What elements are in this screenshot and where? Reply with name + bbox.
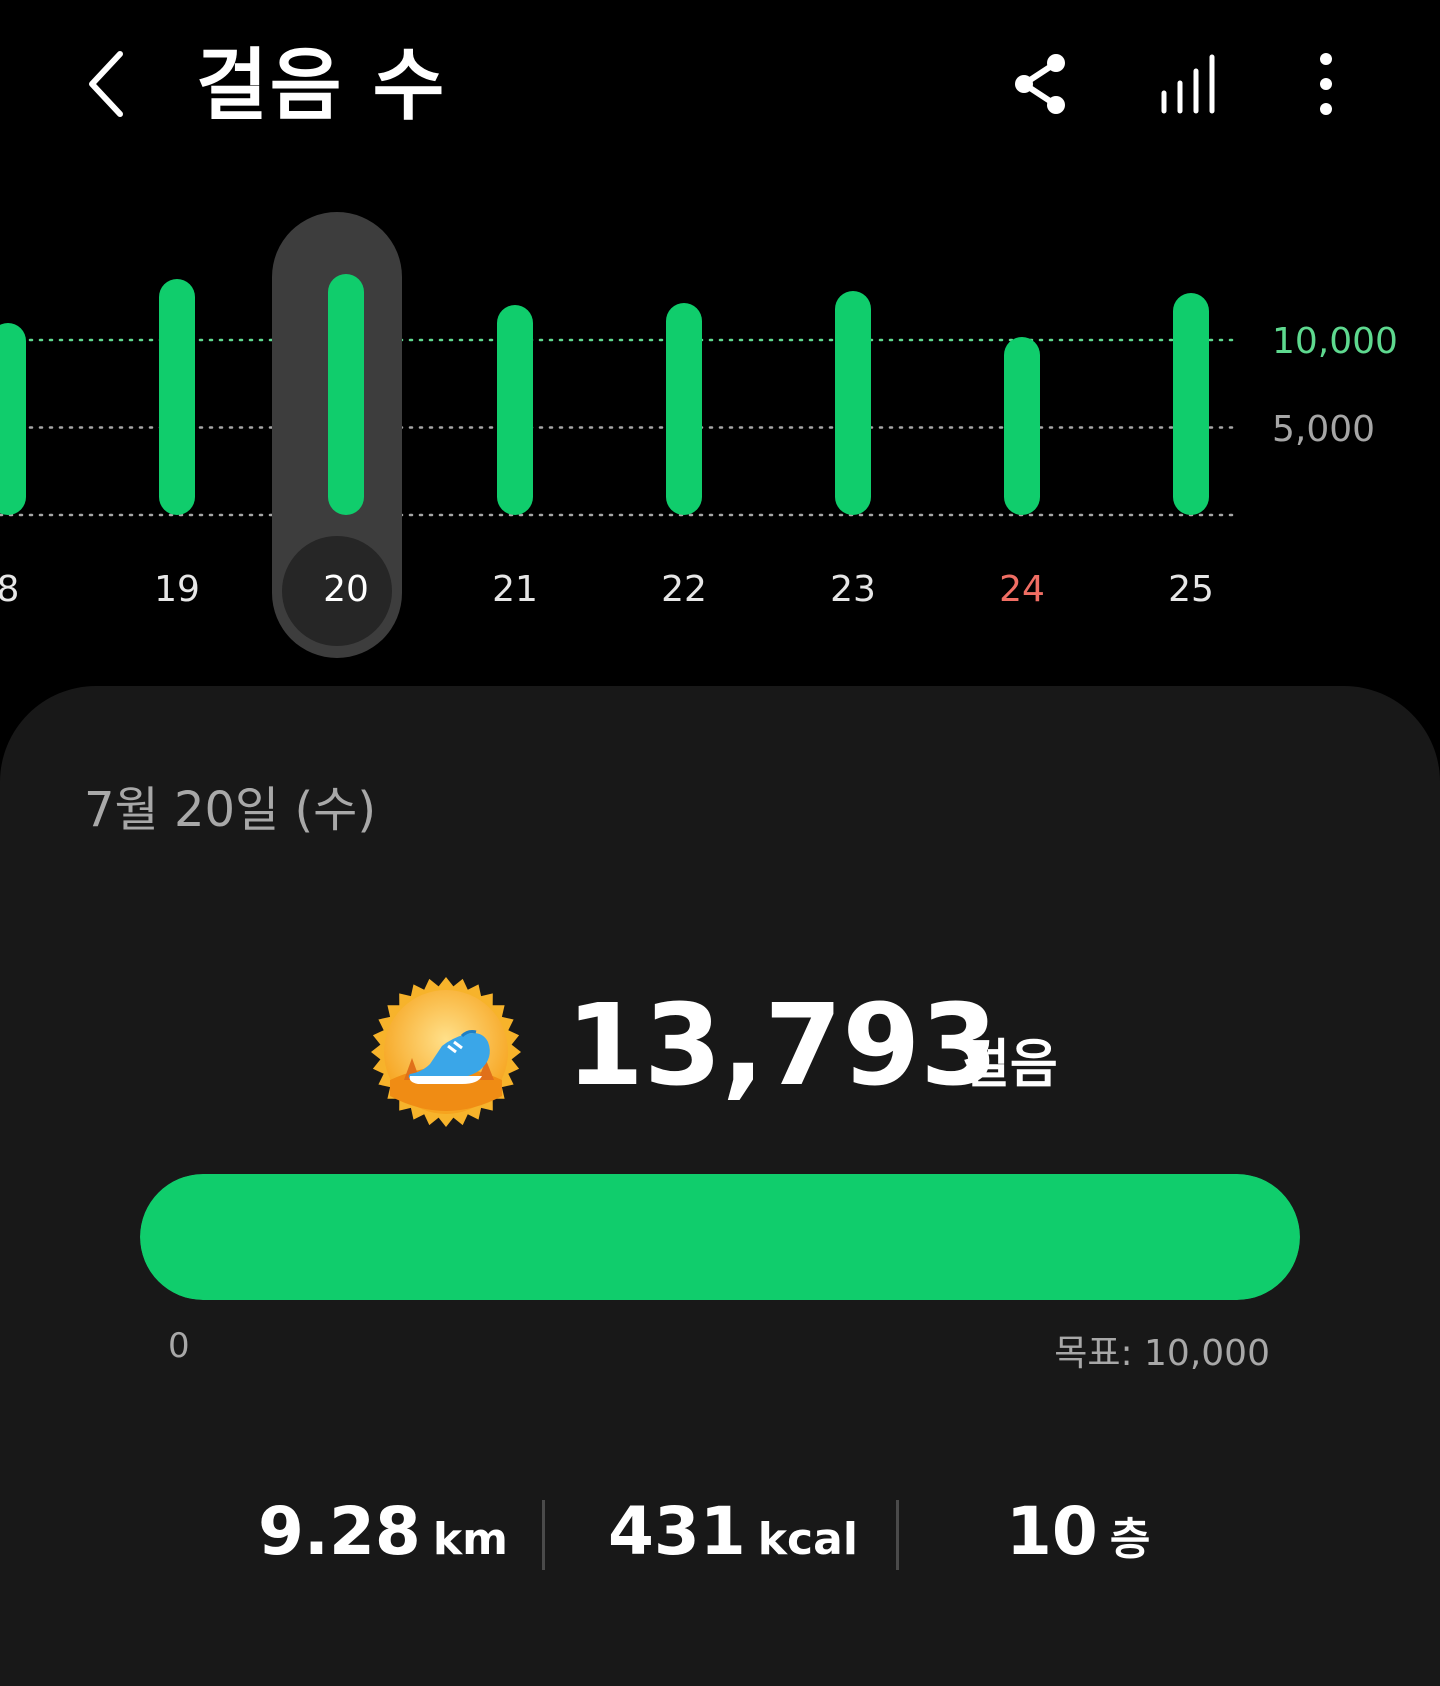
- floors-value: 10: [1006, 1493, 1098, 1570]
- running-shoe-badge-icon: [370, 976, 522, 1128]
- step-bar-21[interactable]: [497, 305, 533, 515]
- chart-type-button[interactable]: [1150, 46, 1230, 126]
- distance-unit: km: [432, 1514, 508, 1565]
- more-vertical-icon: [1316, 49, 1336, 123]
- stats-divider: [542, 1500, 545, 1570]
- steps-unit: 걸음: [962, 1035, 1058, 1095]
- chevron-left-icon: [84, 44, 132, 128]
- page-title: 걸음 수: [196, 41, 447, 131]
- day-label-23[interactable]: 23: [803, 565, 903, 615]
- activity-stats: 9.28 km 431 kcal 10 층: [200, 1492, 1240, 1572]
- step-bar-24[interactable]: [1004, 336, 1040, 515]
- floors-unit: 층: [1109, 1514, 1151, 1565]
- day-label-18[interactable]: 8: [0, 565, 58, 615]
- day-label-19[interactable]: 19: [127, 565, 227, 615]
- floors-stat: 10 층: [1006, 1492, 1150, 1572]
- day-label-25[interactable]: 25: [1141, 565, 1241, 615]
- steps-count: 13,793: [566, 981, 999, 1111]
- calories-value: 431: [608, 1493, 746, 1570]
- distance-stat: 9.28 km: [258, 1492, 508, 1572]
- share-button[interactable]: [1000, 46, 1080, 126]
- day-label-22[interactable]: 22: [634, 565, 734, 615]
- step-bar-19[interactable]: [159, 278, 195, 515]
- step-bar-23[interactable]: [835, 291, 871, 515]
- back-button[interactable]: [68, 46, 148, 126]
- step-bar-20[interactable]: [328, 273, 364, 515]
- day-label-24[interactable]: 24: [972, 565, 1072, 615]
- step-bar-18[interactable]: [0, 322, 26, 515]
- steps-progress-bar: [140, 1174, 1300, 1300]
- distance-value: 9.28: [258, 1493, 421, 1570]
- progress-min-label: 0: [168, 1326, 190, 1366]
- step-bar-22[interactable]: [666, 303, 702, 515]
- step-bar-25[interactable]: [1173, 292, 1209, 515]
- signal-bars-icon: [1158, 49, 1222, 123]
- weekly-steps-chart[interactable]: 10,000 5,000 8 19 20 21 22 23 24 25: [0, 190, 1440, 670]
- steps-progress-fill: [140, 1174, 1300, 1300]
- stats-divider: [896, 1500, 899, 1570]
- daily-summary-card: 7월 20일 (수) 13,793 걸음 0 목표: 10,000 9.28 k…: [0, 686, 1440, 1686]
- calories-stat: 431 kcal: [608, 1492, 858, 1572]
- day-label-21[interactable]: 21: [465, 565, 565, 615]
- more-options-button[interactable]: [1286, 46, 1366, 126]
- gridline-label-goal: 10,000: [1272, 321, 1398, 362]
- progress-goal-label: 목표: 10,000: [1054, 1333, 1270, 1374]
- share-icon: [1010, 49, 1070, 123]
- gridline-label-mid: 5,000: [1272, 409, 1376, 450]
- day-label-20[interactable]: 20: [296, 565, 396, 615]
- app-bar: 걸음 수: [0, 0, 1440, 170]
- selected-date: 7월 20일 (수): [84, 782, 377, 838]
- calories-unit: kcal: [757, 1514, 858, 1565]
